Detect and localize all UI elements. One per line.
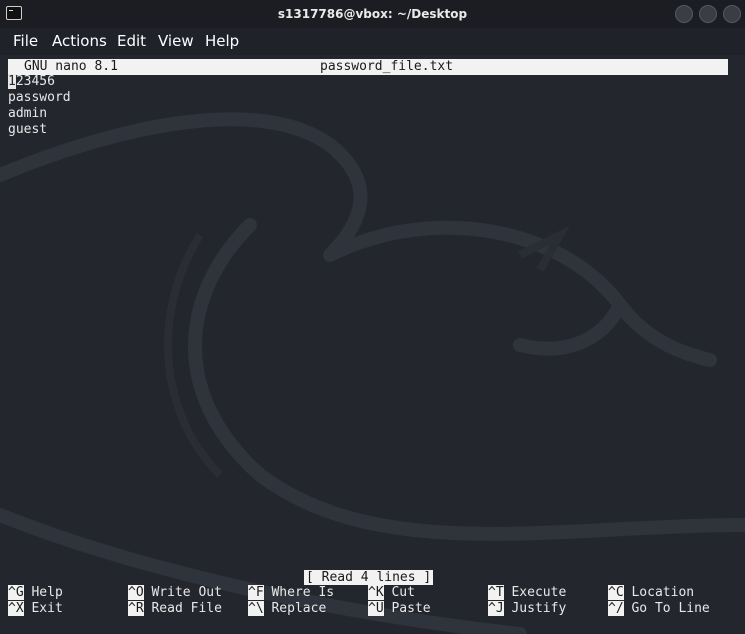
shortcut-cut[interactable]: ^K Cut (368, 585, 415, 601)
shortcut-help[interactable]: ^G Help (8, 585, 63, 601)
menu-view[interactable]: View (158, 32, 194, 50)
terminal-area[interactable]: GNU nano 8.1 password_file.txt 123456 pa… (0, 55, 745, 634)
menu-help[interactable]: Help (205, 32, 239, 50)
terminal-window: s1317786@vbox: ~/Desktop File Actions Ed… (0, 0, 745, 634)
shortcut-read-file[interactable]: ^R Read File (128, 601, 222, 617)
maximize-button[interactable] (699, 5, 717, 23)
window-title: s1317786@vbox: ~/Desktop (277, 7, 468, 21)
shortcut-location[interactable]: ^C Location (608, 585, 694, 601)
menu-file[interactable]: File (13, 32, 38, 50)
close-button[interactable] (723, 5, 741, 23)
kali-dragon-watermark (0, 112, 745, 634)
nano-filename: password_file.txt (320, 59, 454, 74)
text-cursor: 1 (8, 74, 16, 89)
menubar: File Actions Edit View Help (0, 28, 745, 55)
nano-version: GNU nano 8.1 (24, 59, 118, 74)
nano-header: GNU nano 8.1 password_file.txt (8, 59, 728, 75)
shortcut-paste[interactable]: ^U Paste (368, 601, 431, 617)
text-line-rest: 23456 (15, 74, 55, 89)
titlebar[interactable]: s1317786@vbox: ~/Desktop (0, 0, 745, 28)
text-line[interactable]: guest (8, 122, 47, 138)
text-line[interactable]: 123456 (8, 74, 55, 90)
shortcut-exit[interactable]: ^X Exit (8, 601, 63, 617)
text-line[interactable]: admin (8, 106, 47, 122)
shortcut-go-to-line[interactable]: ^/ Go To Line (608, 601, 710, 617)
status-message: [ Read 4 lines ] (304, 570, 434, 585)
shortcut-execute[interactable]: ^T Execute (488, 585, 566, 601)
menu-actions[interactable]: Actions (52, 32, 107, 50)
shortcut-write-out[interactable]: ^O Write Out (128, 585, 222, 601)
shortcut-justify[interactable]: ^J Justify (488, 601, 566, 617)
text-line[interactable]: password (8, 90, 71, 106)
shortcut-replace[interactable]: ^\ Replace (248, 601, 326, 617)
shortcut-where-is[interactable]: ^F Where Is (248, 585, 334, 601)
menu-edit[interactable]: Edit (117, 32, 146, 50)
minimize-button[interactable] (675, 5, 693, 23)
